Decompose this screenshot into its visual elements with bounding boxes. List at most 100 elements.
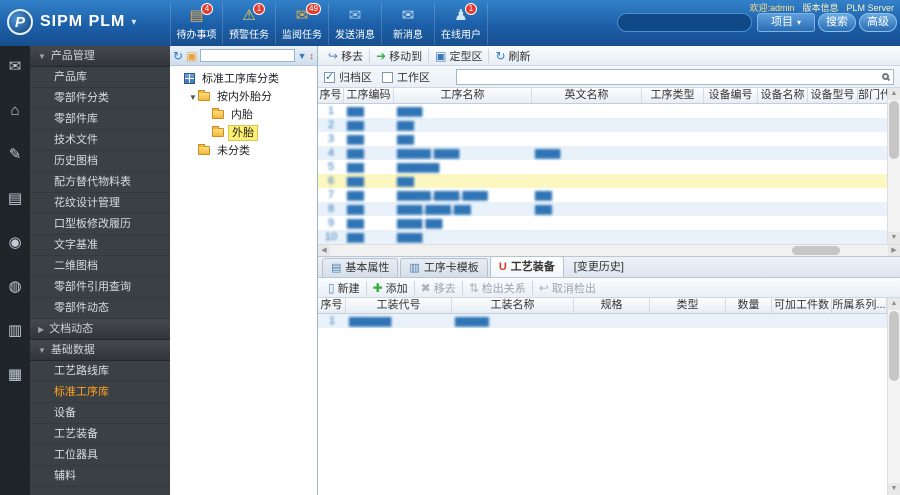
scroll-down-icon[interactable]: ▼ — [888, 232, 900, 244]
table-row[interactable]: 9 ▆▆ ▆▆▆ ▆▆ — [318, 216, 887, 230]
sidebar-item-标准工序库[interactable]: 标准工序库 — [30, 382, 170, 403]
header-link[interactable]: 版本信息 — [802, 3, 838, 13]
panel-icon[interactable]: ▦ — [8, 366, 22, 384]
column-header-工装名称[interactable]: 工装名称 — [452, 298, 574, 313]
comment-icon[interactable]: ✉ — [9, 58, 22, 76]
tree-filter-input[interactable] — [200, 49, 295, 62]
sidebar-item-产品库[interactable]: 产品库 — [30, 67, 170, 88]
column-header-工序类型[interactable]: 工序类型 — [642, 88, 704, 103]
column-header-可加工件数[interactable]: 可加工件数 — [772, 298, 832, 313]
checkbox-归档区[interactable]: 归档区 — [324, 70, 372, 84]
sidebar-item-二维图档[interactable]: 二维图档 — [30, 256, 170, 277]
sidebar-section-文档动态[interactable]: ▶ 文档动态 — [30, 319, 170, 340]
column-header-设备编号[interactable]: 设备编号 — [704, 88, 758, 103]
column-header-规格[interactable]: 规格 — [574, 298, 650, 313]
sidebar-item-配方替代物料表[interactable]: 配方替代物料表 — [30, 172, 170, 193]
column-header-设备型号[interactable]: 设备型号 — [808, 88, 858, 103]
nav-item-online-users[interactable]: ♟ 在线用户 1 — [435, 3, 488, 45]
remove-button[interactable]: ↪ 移去 — [322, 47, 369, 65]
sidebar-item-零部件分类[interactable]: 零部件分类 — [30, 88, 170, 109]
column-header-设备名称[interactable]: 设备名称 — [758, 88, 808, 103]
scroll-up-icon[interactable]: ▲ — [888, 88, 900, 100]
column-header-序号[interactable]: 序号 — [318, 88, 344, 103]
header-link[interactable]: PLM Server — [846, 3, 894, 13]
tooling-table-vscrollbar[interactable]: ▲ ▼ — [887, 298, 900, 495]
sidebar-section-基础数据[interactable]: ▼ 基础数据 — [30, 340, 170, 361]
sidebar-item-设备[interactable]: 设备 — [30, 403, 170, 424]
column-header-所属系列...[interactable]: 所属系列... — [832, 298, 887, 313]
column-header-英文名称[interactable]: 英文名称 — [532, 88, 642, 103]
nav-item-send-message[interactable]: ✉ 发送消息 — [329, 3, 382, 45]
sidebar-item-零部件引用查询[interactable]: 零部件引用查询 — [30, 277, 170, 298]
locate-icon[interactable]: ↕ — [310, 51, 315, 61]
column-header-序号[interactable]: 序号 — [318, 298, 346, 313]
filter-icon[interactable]: ▼ — [298, 51, 307, 61]
column-header-工序名称[interactable]: 工序名称 — [394, 88, 532, 103]
sidebar-item-花纹设计管理[interactable]: 花纹设计管理 — [30, 193, 170, 214]
process-table-hscrollbar[interactable]: ◀ ▶ — [318, 244, 900, 257]
home-icon[interactable]: ⌂ — [10, 102, 19, 120]
checkbox-工作区[interactable]: 工作区 — [382, 71, 430, 84]
app-logo[interactable]: P SIPM PLM ▾ — [7, 9, 136, 35]
search-scope-select[interactable]: 项目 ▾ — [757, 13, 815, 32]
shaping-button[interactable]: ▣ 定型区 — [429, 47, 488, 65]
scroll-up-icon[interactable]: ▲ — [888, 298, 900, 310]
sidebar-item-工艺路线库[interactable]: 工艺路线库 — [30, 361, 170, 382]
column-header-工序编码[interactable]: 工序编码 — [344, 88, 394, 103]
table-row[interactable]: 3 ▆▆ ▆▆ — [318, 132, 887, 146]
table-row[interactable]: 1 ▆▆ ▆▆▆ — [318, 104, 887, 118]
sidebar-item-工位器具[interactable]: 工位器具 — [30, 445, 170, 466]
book-icon[interactable]: ▥ — [8, 322, 22, 340]
sidebar-item-零部件库[interactable]: 零部件库 — [30, 109, 170, 130]
sidebar-item-技术文件[interactable]: 技术文件 — [30, 130, 170, 151]
nav-item-todo-tasks[interactable]: ▤ 待办事项 4 — [170, 3, 223, 45]
tree-node-标准工序库分类[interactable]: 标准工序库分类 — [170, 70, 317, 88]
column-header-数量[interactable]: 数量 — [726, 298, 772, 313]
table-row[interactable]: 10 ▆▆ ▆▆▆ — [318, 230, 887, 244]
sidebar-item-文字基准[interactable]: 文字基准 — [30, 235, 170, 256]
table-row[interactable]: 2 ▆▆ ▆▆ — [318, 118, 887, 132]
column-header-类型[interactable]: 类型 — [650, 298, 726, 313]
move-to-button[interactable]: ➜ 移动到 — [370, 47, 428, 65]
new-button[interactable]: ▯ 新建 — [322, 279, 366, 297]
message-icon[interactable]: ◉ — [8, 234, 21, 252]
table-row[interactable]: 6 ▆▆ ▆▆ — [318, 174, 887, 188]
scroll-down-icon[interactable]: ▼ — [888, 483, 900, 495]
table-row[interactable]: 1 ▆▆▆▆▆ ▆▆▆▆ — [318, 314, 887, 328]
sidebar-item-零部件动态[interactable]: 零部件动态 — [30, 298, 170, 319]
table-row[interactable]: 5 ▆▆ ▆▆▆▆▆ — [318, 160, 887, 174]
table-row[interactable]: 7 ▆▆ ▆▆▆▆,▆▆▆,▆▆▆ ▆▆ — [318, 188, 887, 202]
process-table-vscrollbar[interactable]: ▲ ▼ — [887, 88, 900, 244]
sidebar-item-工艺装备[interactable]: 工艺装备 — [30, 424, 170, 445]
tree-node-按内外胎分[interactable]: ▼ 按内外胎分 — [170, 88, 317, 106]
sidebar-item-历史图档[interactable]: 历史图档 — [30, 151, 170, 172]
nav-item-alert-tasks[interactable]: ⚠ 预警任务 1 — [223, 3, 276, 45]
refresh-button[interactable]: ↻ 刷新 — [489, 47, 536, 65]
broadcast-icon[interactable]: ◍ — [8, 278, 21, 296]
tab-工艺装备[interactable]: U 工艺装备 — [489, 256, 564, 277]
search-button[interactable]: 搜索 — [818, 13, 856, 32]
global-search-input[interactable] — [617, 13, 752, 32]
checkbox-icon[interactable] — [324, 70, 335, 83]
table-search-box[interactable] — [456, 68, 894, 85]
advanced-search-button[interactable]: 高级 — [859, 13, 897, 32]
change-history-link[interactable]: [变更历史] — [574, 257, 624, 277]
expander-icon[interactable]: ▼ — [188, 89, 198, 107]
tab-基本属性[interactable]: ▤ 基本属性 — [322, 258, 399, 277]
tab-工序卡模板[interactable]: ▥ 工序卡模板 — [400, 258, 488, 277]
scrollbar-thumb[interactable] — [889, 311, 899, 381]
chevron-down-icon[interactable]: ▾ — [131, 17, 136, 28]
nav-item-new-message[interactable]: ✉ 新消息 — [382, 3, 435, 45]
scrollbar-thumb[interactable] — [889, 101, 899, 159]
sidebar-item-辅料[interactable]: 辅料 — [30, 466, 170, 487]
column-header-部门代...[interactable]: 部门代... — [858, 88, 887, 103]
database-icon[interactable]: ▤ — [8, 190, 22, 208]
folder-icon[interactable]: ▣ — [186, 50, 197, 62]
edit-icon[interactable]: ✎ — [9, 146, 22, 164]
checkbox-icon[interactable] — [382, 71, 393, 83]
nav-item-review-tasks[interactable]: ✉ 监阅任务 49 — [276, 3, 329, 45]
tree-node-内胎[interactable]: 内胎 — [170, 106, 317, 124]
table-row[interactable]: 4 ▆▆ ▆▆▆▆ ▆▆▆ ▆▆▆ — [318, 146, 887, 160]
sidebar-section-产品管理[interactable]: ▼ 产品管理 — [30, 46, 170, 67]
sidebar-item-口型板修改履历[interactable]: 口型板修改履历 — [30, 214, 170, 235]
